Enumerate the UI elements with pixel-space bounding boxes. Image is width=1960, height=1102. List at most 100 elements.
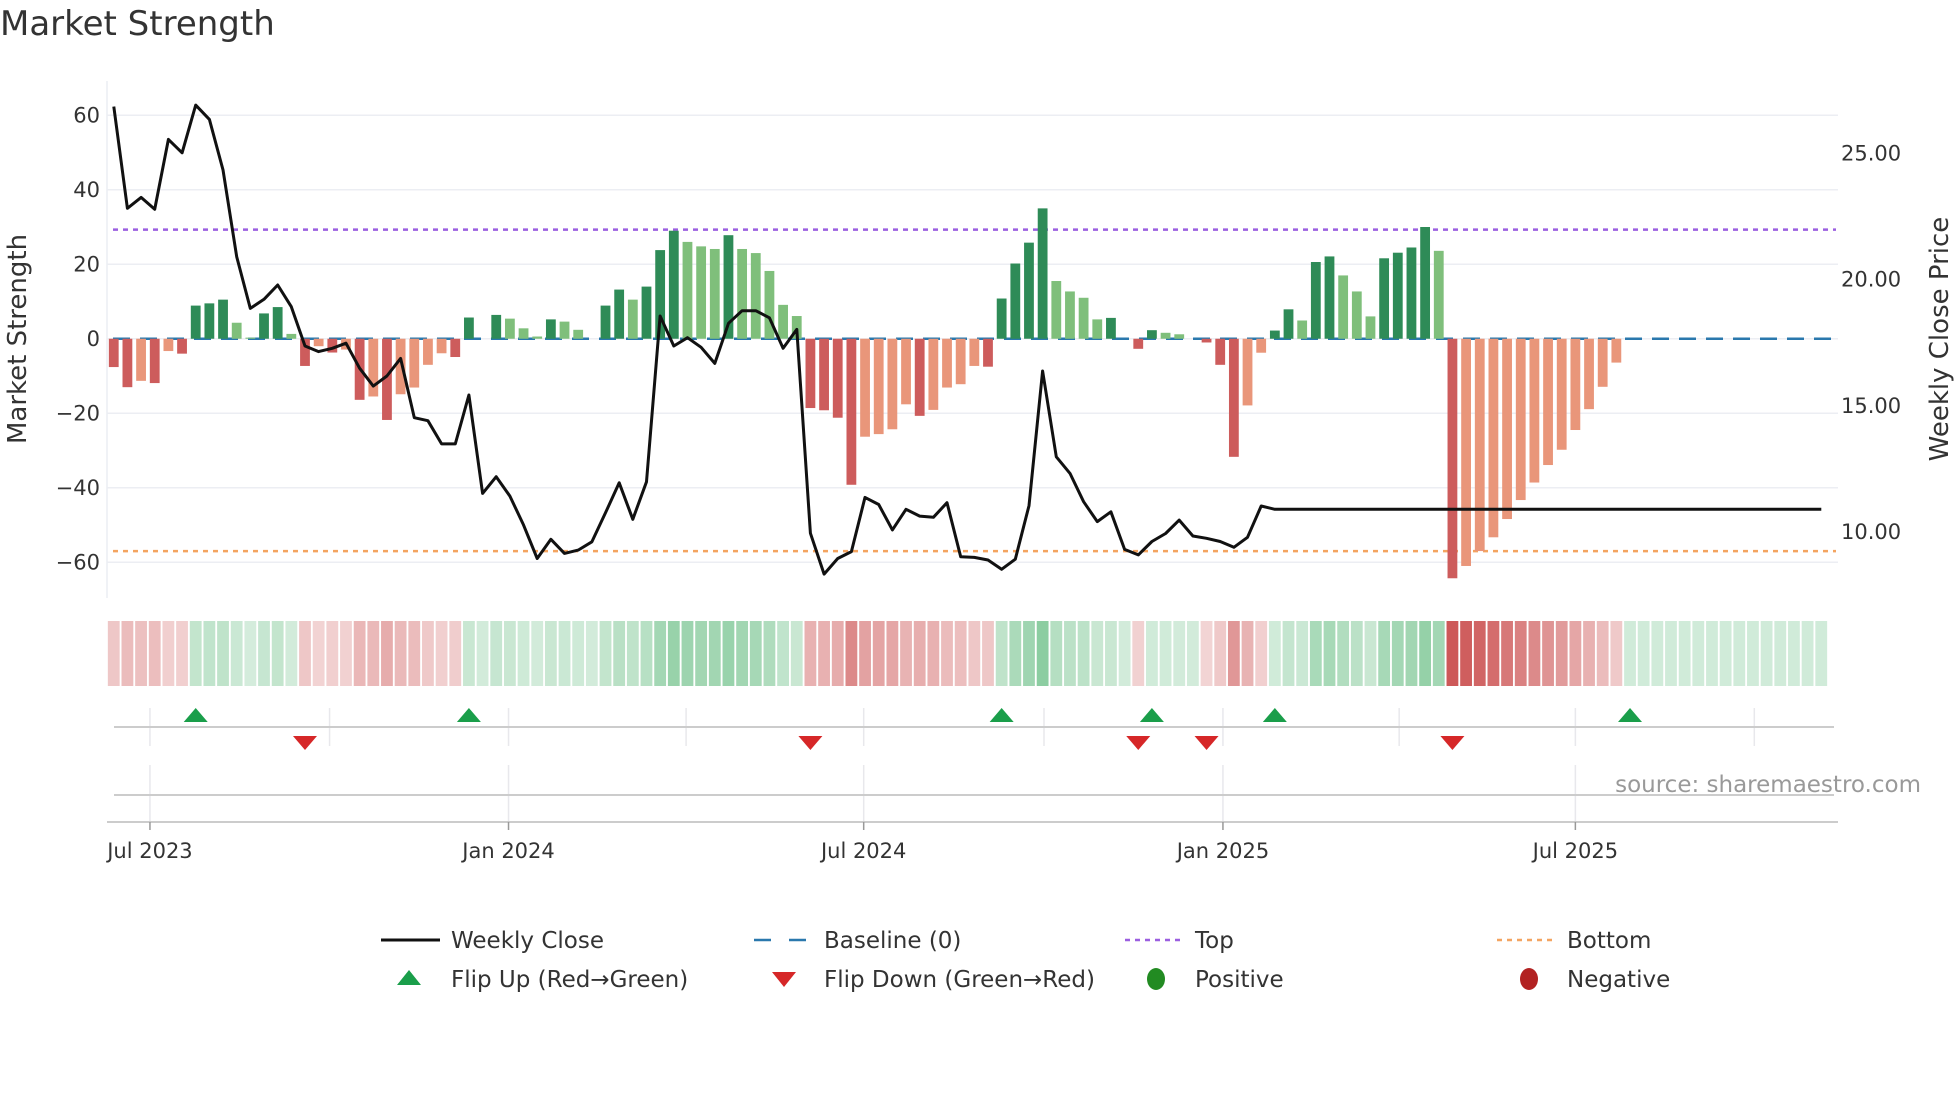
strength-bar [1392, 252, 1403, 339]
right-tick-label: 25.00 [1841, 142, 1901, 166]
heat-cell [394, 621, 407, 686]
heat-cell [968, 621, 981, 686]
heat-cell [859, 621, 871, 686]
heat-cell [503, 621, 516, 686]
strength-bar [122, 338, 133, 388]
heat-cell [1118, 621, 1131, 686]
legend-label: Baseline (0) [824, 928, 961, 954]
heat-cell [1146, 621, 1158, 686]
heat-cell [900, 621, 912, 686]
strength-bar [1556, 338, 1567, 450]
positive-icon [1147, 968, 1165, 990]
left-tick-label: 40 [73, 178, 100, 202]
heat-cell [613, 621, 626, 686]
strength-bar [1351, 291, 1362, 339]
strength-bar [819, 338, 829, 411]
flip-down-marker [1126, 736, 1151, 750]
heat-cell [340, 621, 352, 686]
heat-cell [667, 621, 680, 686]
heat-cell [1323, 621, 1336, 686]
heat-cell [763, 621, 776, 686]
heat-cell [1501, 621, 1513, 686]
strength-bar [245, 337, 256, 339]
legend-label: Flip Up (Red→Green) [451, 967, 688, 993]
strength-bar [149, 338, 160, 384]
flip-down-marker [1440, 736, 1465, 750]
heat-cell [1747, 621, 1759, 686]
heat-cell [1391, 621, 1404, 686]
heat-cell [476, 621, 489, 686]
heat-cell [1514, 621, 1527, 686]
heat-cell [640, 621, 653, 686]
strength-bar [942, 338, 952, 388]
legend-label: Weekly Close [451, 928, 604, 954]
heat-cell [1706, 621, 1718, 686]
heat-cell [544, 621, 557, 686]
strength-bar [1092, 319, 1103, 339]
heat-cell [954, 621, 967, 686]
strength-bar [1365, 316, 1376, 339]
heat-cell [1200, 621, 1213, 686]
flip-up-marker [456, 708, 481, 722]
heat-cell [1692, 621, 1705, 686]
strength-bar [901, 338, 911, 405]
heat-cell [1460, 621, 1472, 686]
heat-cell [1569, 621, 1582, 686]
legend-item-dash: Baseline (0) [754, 928, 961, 954]
heat-cell [1405, 621, 1418, 686]
heat-cell [1009, 621, 1022, 686]
negative-icon [1520, 968, 1538, 990]
heat-cell [1091, 621, 1104, 686]
heat-cell [189, 621, 202, 686]
strength-bar [1174, 334, 1185, 339]
strength-bar [190, 305, 201, 339]
strength-bar [409, 338, 420, 388]
strength-bar [750, 253, 761, 339]
left-tick-label: 20 [73, 252, 100, 276]
legend-item-dot-orange: Bottom [1497, 928, 1651, 954]
heat-cell [1255, 621, 1268, 686]
legend-label: Positive [1195, 967, 1284, 993]
heat-cell [326, 621, 339, 686]
heat-cell [1733, 621, 1746, 686]
strength-bar [1283, 309, 1294, 339]
strength-bar [559, 321, 570, 339]
heat-cell [1665, 621, 1677, 686]
heat-cell [148, 621, 161, 686]
strength-bar [600, 305, 611, 339]
heat-cell [1282, 621, 1295, 686]
heat-cell [1186, 621, 1199, 686]
strength-bar [1201, 338, 1212, 343]
heat-cell [1788, 621, 1800, 686]
heat-cell [107, 621, 120, 686]
heat-cell [654, 621, 667, 686]
heat-cell [1637, 621, 1650, 686]
legend-item-tri-down: Flip Down (Green→Red) [772, 967, 1095, 993]
legend-label: Negative [1567, 967, 1670, 993]
flip-down-icon [772, 972, 796, 987]
left-tick-label: −40 [56, 476, 100, 500]
heat-cell [695, 621, 708, 686]
strength-bar [368, 338, 379, 397]
strength-bar [1228, 338, 1239, 457]
strength-bar [996, 298, 1007, 339]
heat-cell [531, 621, 544, 686]
right-tick-label: 20.00 [1841, 268, 1901, 292]
heat-cell [1583, 621, 1595, 686]
heat-cell [1596, 621, 1609, 686]
strength-bar [1461, 338, 1471, 566]
strength-bar [272, 307, 283, 339]
strength-bar [136, 338, 146, 381]
strength-bar [1420, 227, 1431, 339]
left-tick-label: −20 [56, 401, 100, 425]
strength-bar [1297, 320, 1308, 339]
flip-up-marker [989, 708, 1014, 722]
heat-cell [1105, 621, 1117, 686]
legend-label: Bottom [1567, 928, 1651, 954]
strength-bar [204, 303, 215, 339]
strength-bar [1065, 291, 1075, 339]
strength-bar [218, 299, 228, 339]
heat-cell [1719, 621, 1732, 686]
strength-bar [1488, 338, 1499, 538]
strength-bar [1024, 242, 1034, 339]
